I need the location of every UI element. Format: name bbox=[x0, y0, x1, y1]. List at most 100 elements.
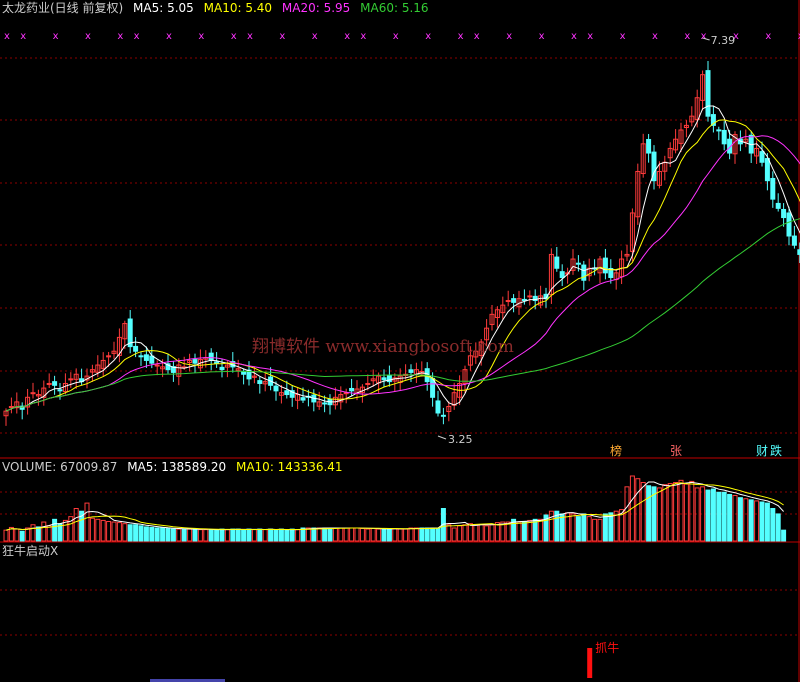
signal-label: 抓牛 bbox=[595, 640, 619, 655]
signal-marker: x bbox=[701, 31, 707, 42]
volume-bar bbox=[457, 525, 463, 542]
ma10-line bbox=[5, 119, 800, 412]
candle-body bbox=[30, 392, 36, 395]
volume-bar bbox=[84, 502, 90, 542]
volume-bar bbox=[570, 513, 576, 542]
volume-bar bbox=[764, 502, 770, 542]
ma60-line bbox=[5, 218, 800, 412]
volume-bar bbox=[122, 523, 128, 542]
candle-body bbox=[759, 151, 765, 163]
volume-bar bbox=[608, 512, 614, 542]
volume-bar bbox=[295, 529, 301, 542]
volume-bar bbox=[273, 529, 279, 542]
volume-bar bbox=[305, 527, 311, 542]
volume-bar bbox=[392, 528, 398, 542]
signal-marker: x bbox=[20, 31, 26, 42]
volume-bar bbox=[181, 528, 187, 542]
candle-body bbox=[575, 262, 581, 265]
volume-bar bbox=[170, 528, 176, 542]
event-tag: 张 bbox=[670, 444, 682, 458]
candle-body bbox=[554, 256, 560, 269]
volume-bar bbox=[197, 529, 203, 542]
candle-body bbox=[57, 389, 63, 392]
low-price-pointer bbox=[437, 435, 447, 440]
volume-bar bbox=[208, 529, 214, 542]
candle-body bbox=[149, 355, 155, 364]
volume-bar bbox=[14, 528, 20, 542]
volume-bar bbox=[592, 518, 598, 542]
candle-body bbox=[791, 235, 797, 246]
volume-bar bbox=[343, 527, 349, 542]
volume-bar bbox=[727, 493, 733, 542]
candle-body bbox=[300, 397, 306, 401]
candle-body bbox=[781, 208, 787, 219]
volume-bar bbox=[230, 528, 236, 542]
indicator-header: 狂牛启动X bbox=[2, 544, 64, 558]
volume-bar bbox=[586, 516, 592, 542]
price-header: 太龙药业(日线 前复权) MA5: 5.05 MA10: 5.40 MA20: … bbox=[2, 1, 435, 15]
volume-bar bbox=[673, 482, 679, 542]
volume-bar bbox=[149, 526, 155, 542]
candle-body bbox=[705, 70, 711, 117]
candle-body bbox=[273, 385, 279, 392]
signal-marker: x bbox=[587, 31, 593, 42]
volume-bar bbox=[489, 524, 495, 542]
signal-marker: x bbox=[344, 31, 350, 42]
volume-bar bbox=[62, 519, 68, 542]
volume-bar bbox=[678, 479, 684, 542]
volume-bar bbox=[106, 521, 112, 542]
volume-bar bbox=[430, 527, 436, 542]
candle-body bbox=[46, 382, 52, 385]
volume-bar bbox=[602, 513, 608, 542]
signal-marker: x bbox=[571, 31, 577, 42]
signal-marker: x bbox=[652, 31, 658, 42]
volume-bar bbox=[538, 518, 544, 542]
volume-bar bbox=[278, 528, 284, 542]
candle-body bbox=[192, 359, 198, 364]
signal-marker: x bbox=[53, 31, 59, 42]
volume-bar bbox=[710, 488, 716, 542]
candle-body bbox=[349, 387, 355, 392]
ma20-line bbox=[5, 135, 800, 412]
volume-bar bbox=[3, 529, 9, 542]
volume-bar bbox=[300, 527, 306, 542]
volume-bar bbox=[25, 527, 31, 542]
signal-marker: x bbox=[4, 31, 10, 42]
indicator-title: 狂牛启动X bbox=[2, 544, 59, 558]
volume-bar bbox=[235, 528, 241, 542]
volume-bar bbox=[359, 528, 365, 542]
volume-bar bbox=[327, 527, 333, 542]
signal-marker: x bbox=[458, 31, 464, 42]
candle-body bbox=[284, 390, 290, 396]
candle-body bbox=[435, 400, 441, 414]
signal-marker: x bbox=[279, 31, 285, 42]
volume-bar bbox=[30, 524, 36, 542]
signal-bar bbox=[587, 648, 593, 678]
volume-bar bbox=[35, 526, 41, 542]
stock-title: 太龙药业(日线 前复权) bbox=[2, 1, 124, 15]
volume-bar bbox=[473, 524, 479, 542]
volume-bar bbox=[116, 522, 122, 542]
volume-bar bbox=[219, 528, 225, 542]
low-price-label: 3.25 bbox=[448, 433, 473, 446]
volume-bar bbox=[748, 499, 754, 542]
volume-bar bbox=[635, 478, 641, 542]
event-tag: 榜 bbox=[610, 443, 622, 458]
volume-bar bbox=[689, 480, 695, 542]
signal-marker: x bbox=[393, 31, 399, 42]
volume-bar bbox=[332, 527, 338, 542]
signal-marker: x bbox=[765, 31, 771, 42]
volume-bar bbox=[484, 525, 490, 542]
candle-body bbox=[143, 354, 149, 361]
volume-bar bbox=[548, 510, 554, 542]
volume-bar bbox=[160, 527, 166, 542]
volume-bar bbox=[133, 524, 139, 542]
candle-body bbox=[602, 257, 608, 274]
volume-bar bbox=[165, 528, 171, 542]
volume-bar bbox=[370, 528, 376, 542]
signal-marker: x bbox=[620, 31, 626, 42]
high-price-label: 7.39 bbox=[711, 34, 736, 47]
candle-body bbox=[8, 406, 14, 409]
volume-bar bbox=[467, 523, 473, 542]
ma5-readout: MA5: 5.05 bbox=[133, 1, 194, 15]
